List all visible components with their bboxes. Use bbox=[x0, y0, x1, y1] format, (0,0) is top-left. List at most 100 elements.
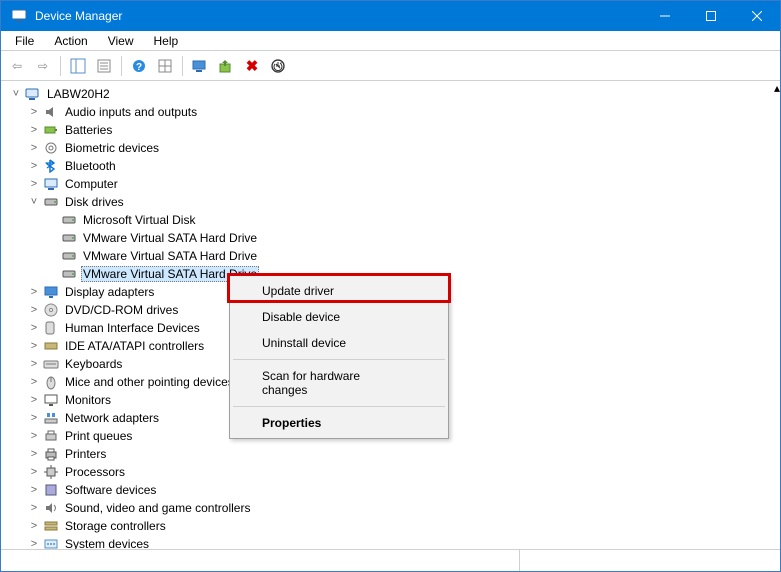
tree-category[interactable]: > Bluetooth bbox=[7, 157, 774, 175]
tree-category[interactable]: > Biometric devices bbox=[7, 139, 774, 157]
expand-toggle[interactable]: > bbox=[27, 159, 41, 173]
tree-node-label: Monitors bbox=[63, 393, 113, 407]
tree-node-label: Microsoft Virtual Disk bbox=[81, 213, 197, 227]
dvd-icon bbox=[43, 302, 59, 318]
network-icon bbox=[43, 410, 59, 426]
menu-file[interactable]: File bbox=[5, 32, 44, 50]
collapse-toggle[interactable]: ˅ bbox=[9, 87, 23, 101]
expand-toggle[interactable]: > bbox=[27, 357, 41, 371]
expand-toggle[interactable]: > bbox=[27, 447, 41, 461]
expand-toggle[interactable]: > bbox=[27, 303, 41, 317]
expand-toggle[interactable]: > bbox=[27, 285, 41, 299]
tree-category[interactable]: > Computer bbox=[7, 175, 774, 193]
tree-device[interactable]: Microsoft Virtual Disk bbox=[7, 211, 774, 229]
context-menu-item[interactable]: Update driver bbox=[232, 278, 446, 304]
tree-device[interactable]: VMware Virtual SATA Hard Drive bbox=[7, 229, 774, 247]
tree-category[interactable]: > System devices bbox=[7, 535, 774, 549]
tree-node-label: LABW20H2 bbox=[45, 87, 112, 101]
app-icon bbox=[9, 8, 29, 24]
tree-category[interactable]: >Audio inputs and outputs bbox=[7, 103, 774, 121]
arrow-right-icon: ⇨ bbox=[38, 59, 48, 73]
context-menu-item[interactable]: Properties bbox=[232, 410, 446, 436]
expand-toggle[interactable]: > bbox=[27, 465, 41, 479]
expand-toggle[interactable]: > bbox=[27, 429, 41, 443]
context-menu-item[interactable]: Scan for hardware changes bbox=[232, 363, 446, 403]
tree-device[interactable]: VMware Virtual SATA Hard Drive bbox=[7, 247, 774, 265]
scan-hardware-button[interactable] bbox=[188, 54, 212, 78]
tree-root[interactable]: ˅ LABW20H2 bbox=[7, 85, 774, 103]
scroll-up-button[interactable]: ▴ bbox=[774, 81, 780, 95]
tree-node-label: Network adapters bbox=[63, 411, 161, 425]
toolbar-separator bbox=[60, 56, 61, 76]
expand-toggle[interactable]: > bbox=[27, 123, 41, 137]
expand-toggle bbox=[45, 249, 59, 263]
expand-toggle[interactable]: > bbox=[27, 537, 41, 549]
disk-icon bbox=[43, 194, 59, 210]
disk-icon bbox=[61, 248, 77, 264]
minimize-button[interactable] bbox=[642, 1, 688, 31]
menu-help[interactable]: Help bbox=[144, 32, 189, 50]
tree-node-label: Printers bbox=[63, 447, 108, 461]
tree-category[interactable]: > Sound, video and game controllers bbox=[7, 499, 774, 517]
expand-toggle[interactable]: > bbox=[27, 321, 41, 335]
expand-toggle[interactable]: > bbox=[27, 411, 41, 425]
close-button[interactable] bbox=[734, 1, 780, 31]
menu-view[interactable]: View bbox=[98, 32, 144, 50]
tree-category[interactable]: > Printers bbox=[7, 445, 774, 463]
expand-toggle bbox=[45, 231, 59, 245]
properties-button[interactable] bbox=[92, 54, 116, 78]
audio-icon bbox=[43, 104, 59, 120]
update-driver-button[interactable] bbox=[214, 54, 238, 78]
menu-action[interactable]: Action bbox=[44, 32, 97, 50]
storage-icon bbox=[43, 518, 59, 534]
statusbar-cell bbox=[520, 550, 780, 571]
maximize-button[interactable] bbox=[688, 1, 734, 31]
tree-node-label: Biometric devices bbox=[63, 141, 161, 155]
expand-toggle[interactable]: > bbox=[27, 519, 41, 533]
tree-node-label: Print queues bbox=[63, 429, 134, 443]
disable-device-button[interactable] bbox=[266, 54, 290, 78]
context-menu-item[interactable]: Disable device bbox=[232, 304, 446, 330]
root-icon bbox=[25, 86, 41, 102]
help-icon: ? bbox=[131, 58, 147, 74]
expand-toggle bbox=[45, 267, 59, 281]
context-menu: Update driverDisable deviceUninstall dev… bbox=[229, 275, 449, 439]
uninstall-device-button[interactable]: ✖ bbox=[240, 54, 264, 78]
action-properties-button[interactable] bbox=[153, 54, 177, 78]
vertical-scrollbar[interactable]: ▴ bbox=[774, 81, 780, 549]
context-menu-separator bbox=[233, 406, 445, 407]
tree-category[interactable]: ˅Disk drives bbox=[7, 193, 774, 211]
help-button[interactable]: ? bbox=[127, 54, 151, 78]
show-hide-tree-button[interactable] bbox=[66, 54, 90, 78]
tree-node-label: Sound, video and game controllers bbox=[63, 501, 252, 515]
expand-toggle[interactable]: > bbox=[27, 501, 41, 515]
tree-category[interactable]: >Storage controllers bbox=[7, 517, 774, 535]
disk-icon bbox=[61, 230, 77, 246]
toolbar-separator bbox=[121, 56, 122, 76]
tree-category[interactable]: >Software devices bbox=[7, 481, 774, 499]
arrow-left-icon: ⇦ bbox=[12, 59, 22, 73]
forward-button[interactable]: ⇨ bbox=[31, 54, 55, 78]
expand-toggle[interactable]: > bbox=[27, 339, 41, 353]
tree-node-label: Bluetooth bbox=[63, 159, 118, 173]
expand-toggle[interactable]: > bbox=[27, 141, 41, 155]
context-menu-item[interactable]: Uninstall device bbox=[232, 330, 446, 356]
expand-toggle[interactable]: > bbox=[27, 483, 41, 497]
print-icon bbox=[43, 428, 59, 444]
tree-category[interactable]: >Batteries bbox=[7, 121, 774, 139]
x-red-icon: ✖ bbox=[246, 57, 259, 75]
expand-toggle[interactable]: > bbox=[27, 393, 41, 407]
back-button[interactable]: ⇦ bbox=[5, 54, 29, 78]
keyboard-icon bbox=[43, 356, 59, 372]
expand-toggle[interactable]: > bbox=[27, 105, 41, 119]
mouse-icon bbox=[43, 374, 59, 390]
toolbar-separator bbox=[182, 56, 183, 76]
tree-category[interactable]: > Processors bbox=[7, 463, 774, 481]
tree-node-label: Processors bbox=[63, 465, 127, 479]
tree-node-label: DVD/CD-ROM drives bbox=[63, 303, 180, 317]
collapse-toggle[interactable]: ˅ bbox=[27, 195, 41, 209]
tree-node-label: System devices bbox=[63, 537, 151, 549]
tree-node-label: Computer bbox=[63, 177, 120, 191]
expand-toggle[interactable]: > bbox=[27, 375, 41, 389]
expand-toggle[interactable]: > bbox=[27, 177, 41, 191]
